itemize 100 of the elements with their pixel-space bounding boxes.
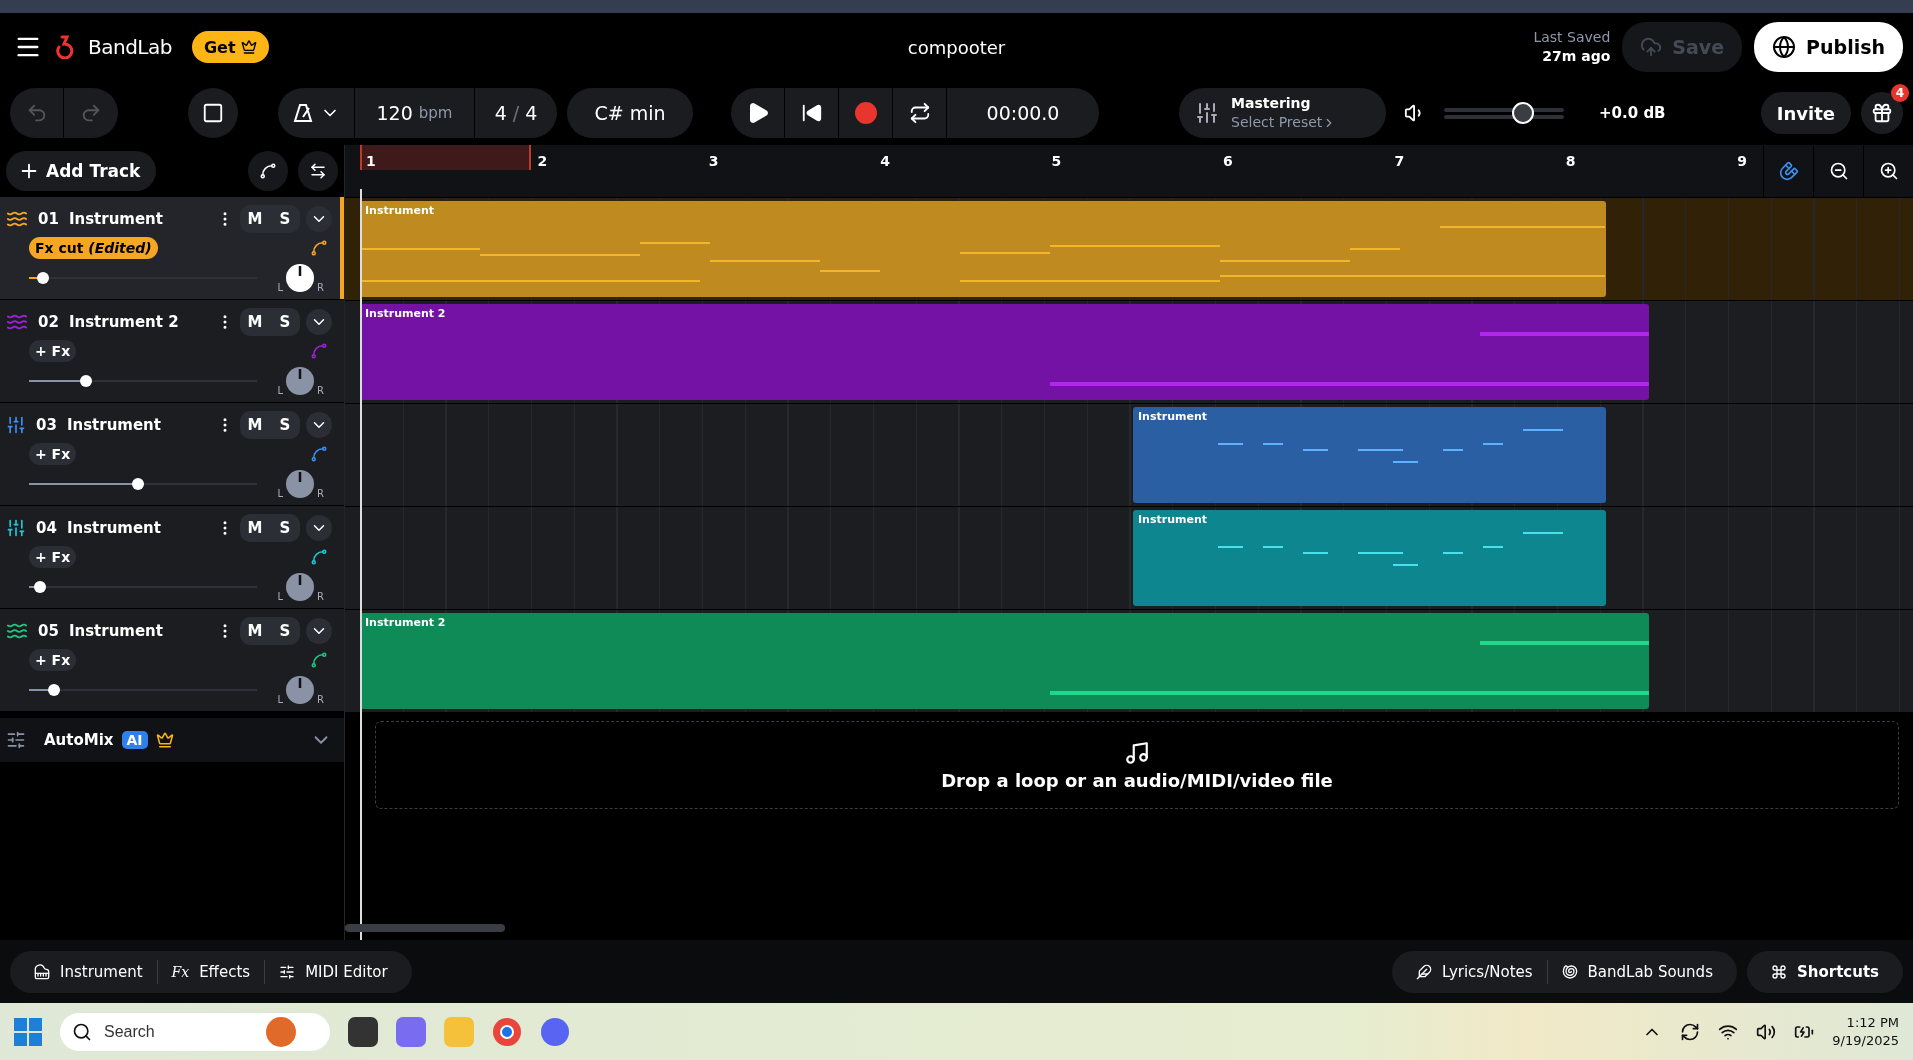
expand-button[interactable] [306, 515, 332, 541]
pan-knob[interactable] [285, 469, 316, 499]
key-button[interactable]: C# min [567, 88, 693, 138]
solo-button[interactable]: S [270, 411, 300, 439]
midi-clip[interactable]: Instrument 2 [360, 613, 1649, 709]
chat-app-icon[interactable] [540, 1016, 570, 1047]
solo-button[interactable]: S [270, 617, 300, 645]
loop-region[interactable] [360, 145, 532, 170]
track-name: Instrument [66, 416, 161, 434]
volume-slider[interactable] [29, 374, 257, 388]
mute-button[interactable]: M [240, 411, 270, 439]
square-icon [202, 102, 224, 124]
pan-knob[interactable] [285, 366, 316, 396]
task-view-icon[interactable] [348, 1016, 378, 1047]
drop-zone-text: Drop a loop or an audio/MIDI/video file [941, 769, 1333, 791]
tempo-button[interactable]: 120 bpm [355, 88, 475, 138]
time-signature-button[interactable]: 4 / 4 [475, 88, 557, 138]
bar-number: 3 [708, 153, 719, 169]
volume-slider[interactable] [29, 580, 257, 594]
automix-icon [6, 730, 26, 750]
midi-clip[interactable]: Instrument 2 [360, 304, 1649, 400]
taskbar-search-bar[interactable]: Search [60, 1012, 330, 1051]
volume-slider[interactable] [29, 271, 257, 285]
expand-button[interactable] [306, 412, 332, 438]
solo-button[interactable]: S [270, 514, 300, 542]
sounds-icon [1561, 963, 1578, 980]
automation-icon[interactable] [310, 239, 328, 257]
pan-knob[interactable] [285, 572, 316, 602]
cloud-upload-icon [1640, 36, 1663, 58]
gift-icon [1871, 102, 1893, 124]
master-volume-slider[interactable] [1444, 101, 1565, 125]
copilot-icon[interactable] [396, 1016, 426, 1047]
volume-slider[interactable] [29, 683, 257, 697]
last-saved-time: 27m ago [1542, 47, 1611, 66]
mute-button[interactable]: M [240, 308, 270, 336]
automation-icon[interactable] [310, 651, 328, 669]
mute-button[interactable]: M [240, 205, 270, 233]
automation-button[interactable] [248, 151, 288, 191]
track-name: Instrument [68, 622, 163, 640]
magnet-icon [1778, 161, 1799, 181]
automation-icon[interactable] [310, 445, 328, 463]
bar-number: 1 [366, 153, 376, 169]
midi-clip[interactable]: Instrument [1133, 510, 1607, 606]
expand-button[interactable] [306, 618, 332, 644]
drop-zone[interactable]: Drop a loop or an audio/MIDI/video file [375, 721, 1899, 809]
timeline-ruler[interactable]: 1 2 3 4 5 6 7 8 9 [345, 145, 1913, 198]
windows-start-icon[interactable] [14, 1017, 42, 1046]
search-input[interactable]: Search [102, 1021, 256, 1042]
midi-clip[interactable]: Instrument [1133, 407, 1607, 503]
clip-title: Instrument [1138, 410, 1207, 423]
taskbar-time: 1:12 PM [1846, 1013, 1899, 1032]
fx-button[interactable]: + Fx [29, 340, 77, 362]
track-number: 05 [38, 622, 59, 640]
fx-button[interactable]: + Fx [29, 649, 77, 671]
browser-icon[interactable] [492, 1016, 522, 1047]
pan-right-label: R [317, 488, 324, 499]
loop-icon [908, 102, 931, 124]
bar-number: 5 [1051, 153, 1062, 169]
track-header[interactable]: 02 Instrument 2 M S + Fx L R [0, 300, 344, 402]
zoom-out-icon [1828, 161, 1849, 181]
pan-knob[interactable] [285, 675, 316, 705]
ai-badge: AI [121, 731, 148, 749]
mute-button[interactable]: M [240, 514, 270, 542]
bottom-tab[interactable]: Instrument [20, 959, 158, 984]
mute-button[interactable]: M [240, 617, 270, 645]
redo-icon [80, 102, 102, 124]
automation-icon[interactable] [310, 548, 328, 566]
bottom-tab[interactable]: Fx Effects [157, 959, 266, 984]
track-header[interactable]: 01 Instrument M S Fx cut (Edited) L R [0, 197, 344, 299]
notification-badge: 4 [1891, 84, 1909, 102]
track-header[interactable]: 04 Instrument M S + Fx L R [0, 506, 344, 608]
pan-left-label: L [277, 694, 284, 705]
track-header[interactable]: 03 Instrument M S + Fx L R [0, 403, 344, 505]
track-header[interactable]: 05 Instrument M S + Fx L R [0, 609, 344, 711]
solo-button[interactable]: S [270, 308, 300, 336]
track-name: Instrument [66, 519, 161, 537]
get-button[interactable]: Get [191, 31, 269, 63]
crown-icon [240, 39, 257, 55]
bottom-tab[interactable]: MIDI Editor [265, 959, 402, 984]
mastering-button[interactable]: Mastering Select Preset [1179, 88, 1387, 138]
fit-button[interactable] [298, 151, 338, 191]
publish-button[interactable]: Publish [1754, 22, 1903, 72]
expand-button[interactable] [306, 309, 332, 335]
sync-icon[interactable] [1680, 1021, 1701, 1042]
stop-toggle-button[interactable] [188, 88, 238, 138]
pan-knob[interactable] [285, 263, 316, 293]
fx-button[interactable]: + Fx [29, 546, 77, 568]
fx-button[interactable]: + Fx [29, 443, 77, 465]
volume-slider[interactable] [29, 477, 257, 491]
bottom-tab[interactable]: BandLab Sounds [1547, 959, 1727, 984]
expand-button[interactable] [306, 206, 332, 232]
automix-label: AutoMix [44, 731, 114, 749]
skip-back-icon [800, 102, 823, 124]
scrollbar-thumb[interactable] [345, 924, 505, 932]
fx-button[interactable]: Fx cut (Edited) [29, 237, 158, 259]
bottom-tab[interactable]: Lyrics/Notes [1401, 959, 1548, 984]
invite-button[interactable]: Invite [1760, 92, 1851, 134]
add-track-button[interactable]: Add Track [6, 151, 157, 191]
speaker-icon[interactable] [1756, 1021, 1777, 1042]
solo-button[interactable]: S [270, 205, 300, 233]
